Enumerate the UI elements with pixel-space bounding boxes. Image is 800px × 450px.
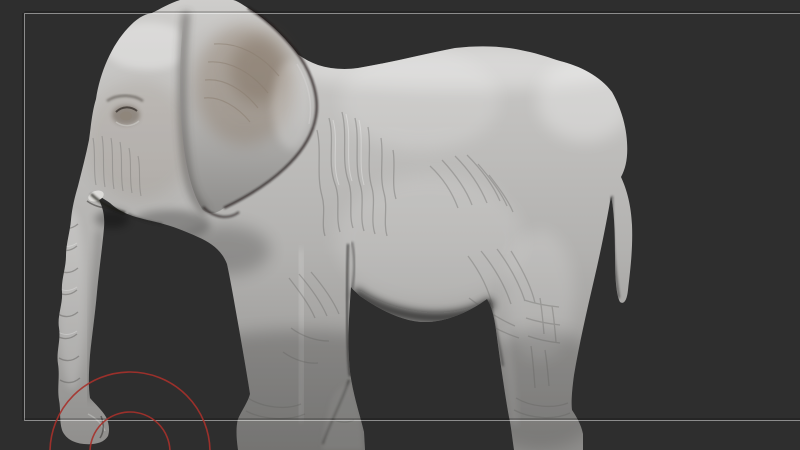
canvas-3d-view[interactable] [0,0,800,450]
sculpting-viewport[interactable] [0,0,800,450]
